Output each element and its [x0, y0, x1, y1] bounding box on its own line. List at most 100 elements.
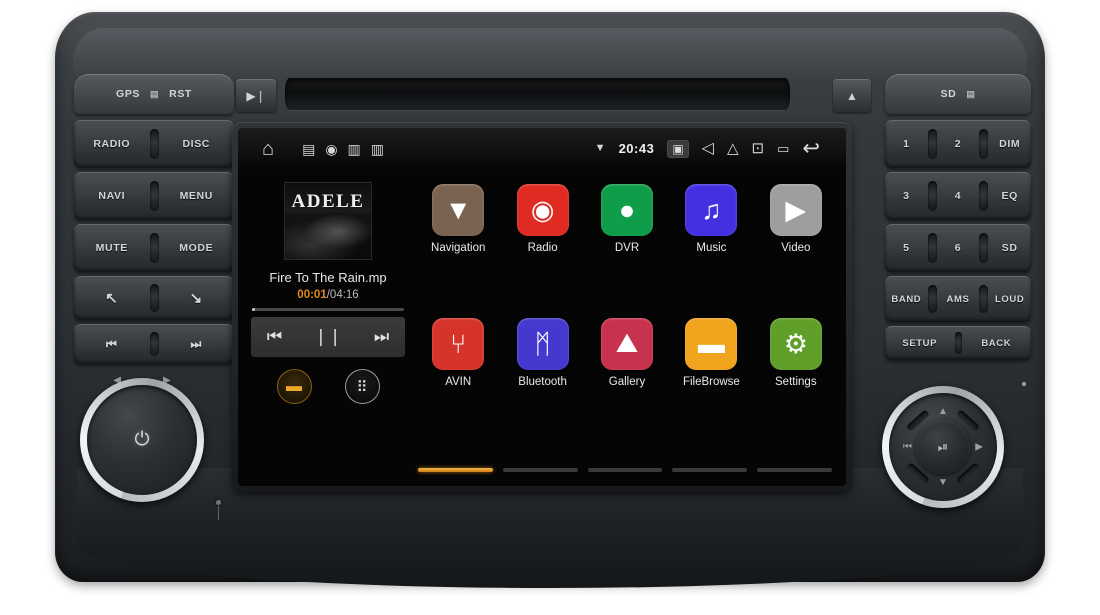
gear-icon: ⚙ [769, 318, 822, 370]
pause-button[interactable]: ❘❘ [314, 327, 343, 347]
eq-button[interactable]: EQ [988, 172, 1031, 220]
key-row-call-hangup[interactable]: ↖ ↘ [74, 276, 234, 320]
reset-pinhole[interactable] [1022, 382, 1026, 386]
key-row-3-4-eq[interactable]: 3 4 EQ [885, 172, 1031, 220]
app-radio[interactable]: ◉ Radio [500, 184, 584, 254]
dpad-left-button[interactable]: ⏮ [903, 442, 912, 453]
preset-6-button[interactable]: 6 [937, 224, 980, 272]
app-label: DVR [614, 242, 640, 254]
app-drawer-icon[interactable]: ⠿ [344, 369, 380, 404]
power-volume-knob[interactable]: ⏻ [80, 378, 204, 502]
key-row-setup-back[interactable]: SETUP BACK [885, 326, 1031, 360]
page-dot-4[interactable] [672, 468, 748, 472]
app-dvr[interactable]: ● DVR [585, 184, 669, 254]
music-note-icon: ♫ [685, 184, 738, 236]
sd-slot-row[interactable]: SD ▤ [885, 74, 1031, 114]
app-gallery[interactable]: ⛰ Gallery [585, 318, 669, 388]
app-video[interactable]: ▶ Video [754, 184, 838, 254]
app-filebrowser[interactable]: ▬ FileBrowse [669, 318, 753, 388]
key-row-radio-disc[interactable]: RADIO DISC [74, 120, 234, 168]
app-navigation[interactable]: ▼ Navigation [416, 184, 500, 254]
key-row-1-2-dim[interactable]: 1 2 DIM [885, 120, 1031, 168]
navi-button[interactable]: NAVI [74, 172, 150, 220]
call-end-button[interactable]: ↘ [159, 276, 235, 320]
album-art-photo [285, 213, 371, 259]
avin-plug-icon: ⑂ [432, 318, 485, 370]
camera-icon[interactable]: ▣ [667, 139, 689, 158]
mode-button[interactable]: MODE [159, 224, 235, 272]
reset-button[interactable]: RST [169, 88, 192, 100]
dpad-down-button[interactable]: ▼ [938, 477, 948, 488]
dim-button[interactable]: DIM [988, 120, 1031, 168]
page-dot-3[interactable] [587, 468, 663, 472]
touchscreen[interactable]: ⌂ ▤ ◉ ▥ ▥ ▼ 20:43 ▣ ◁ △ ⊡ ▭ ↩ ADELE Fire… [238, 128, 846, 486]
status-bar: ⌂ ▤ ◉ ▥ ▥ ▼ 20:43 ▣ ◁ △ ⊡ ▭ ↩ [238, 128, 846, 170]
storage-card-icon-1: ▥ [347, 140, 361, 157]
page-dot-2[interactable] [502, 468, 578, 472]
key-divider [927, 129, 937, 159]
sd-button[interactable]: SD [988, 224, 1031, 272]
car-dashboard-icon[interactable]: ▬ [276, 369, 312, 404]
top-play-pause-button[interactable]: ▶❘ [236, 79, 276, 112]
setup-button[interactable]: SETUP [885, 326, 955, 360]
loud-button[interactable]: LOUD [988, 276, 1031, 322]
app-label: AVIN [445, 376, 472, 388]
preset-4-button[interactable]: 4 [937, 172, 980, 220]
next-track-button[interactable]: ⏭ [374, 327, 389, 347]
home-icon[interactable]: ⌂ [262, 139, 274, 159]
page-dot-1[interactable] [418, 468, 493, 472]
eject-icon[interactable]: △ [727, 141, 739, 156]
band-button[interactable]: BAND [885, 276, 928, 322]
knob-face[interactable]: ⏻ [87, 385, 197, 495]
preset-5-button[interactable]: 5 [885, 224, 928, 272]
previous-track-button[interactable]: ⏮ [267, 327, 282, 347]
volume-icon[interactable]: ◁ [702, 140, 714, 157]
disc-button[interactable]: DISC [159, 120, 235, 168]
radio-button[interactable]: RADIO [74, 120, 150, 168]
app-label: Navigation [431, 242, 486, 254]
dpad-center-button[interactable]: ⏯ [916, 420, 970, 474]
dpad-up-button[interactable]: ▲ [938, 406, 948, 417]
back-icon[interactable]: ↩ [802, 138, 820, 159]
back-button[interactable]: BACK [962, 326, 1032, 360]
dpad-right-button[interactable]: ▶ [975, 442, 983, 453]
mute-button[interactable]: MUTE [74, 224, 150, 272]
app-label: Radio [527, 242, 558, 254]
dropdown-icon[interactable]: ▼ [595, 143, 606, 154]
left-button-panel: GPS ▤ RST RADIO DISC NAVI MENU MUTE MODE… [74, 74, 234, 384]
app-settings[interactable]: ⚙ Settings [754, 318, 838, 388]
dpad-face[interactable]: ▲ ▼ ⏮ ▶ ⏯ [889, 393, 997, 501]
page-indicator[interactable] [418, 468, 832, 472]
sd-indicator-icon: ▤ [966, 88, 976, 99]
play-circle-icon: ▶ [769, 184, 822, 236]
usb-icon[interactable]: ▭ [777, 142, 789, 155]
radio-waves-icon: ◉ [516, 184, 569, 236]
key-row-navi-menu[interactable]: NAVI MENU [74, 172, 234, 220]
page-dot-5[interactable] [757, 468, 832, 472]
key-row-mute-mode[interactable]: MUTE MODE [74, 224, 234, 272]
app-bluetooth[interactable]: ᛗ Bluetooth [500, 318, 584, 388]
key-row-band-ams-loud[interactable]: BAND AMS LOUD [885, 276, 1031, 322]
screen-bezel: ⌂ ▤ ◉ ▥ ▥ ▼ 20:43 ▣ ◁ △ ⊡ ▭ ↩ ADELE Fire… [232, 122, 852, 492]
status-bar-left-group: ⌂ ▤ ◉ ▥ ▥ [238, 139, 384, 159]
navigation-dpad-knob[interactable]: ▲ ▼ ⏮ ▶ ⏯ [882, 386, 1004, 508]
key-divider [979, 284, 989, 314]
app-music[interactable]: ♫ Music [669, 184, 753, 254]
track-title: Fire To The Rain.mp [269, 270, 387, 285]
key-row-5-6-sd[interactable]: 5 6 SD [885, 224, 1031, 272]
app-avin[interactable]: ⑂ AVIN [416, 318, 500, 388]
preset-3-button[interactable]: 3 [885, 172, 928, 220]
progress-bar[interactable] [252, 308, 404, 311]
gps-rst-row[interactable]: GPS ▤ RST [74, 74, 234, 114]
power-icon[interactable]: ⏻ [134, 429, 149, 451]
top-eject-button[interactable]: ▲ [833, 79, 871, 112]
preset-2-button[interactable]: 2 [937, 120, 980, 168]
call-answer-button[interactable]: ↖ [74, 276, 150, 320]
gps-indicator-icon: ▤ [150, 88, 160, 99]
sd-card-icon: ▤ [302, 140, 316, 157]
preset-1-button[interactable]: 1 [885, 120, 928, 168]
ams-button[interactable]: AMS [937, 276, 980, 322]
menu-button[interactable]: MENU [159, 172, 235, 220]
key-divider [927, 284, 937, 314]
screen-off-icon[interactable]: ⊡ [752, 141, 765, 156]
